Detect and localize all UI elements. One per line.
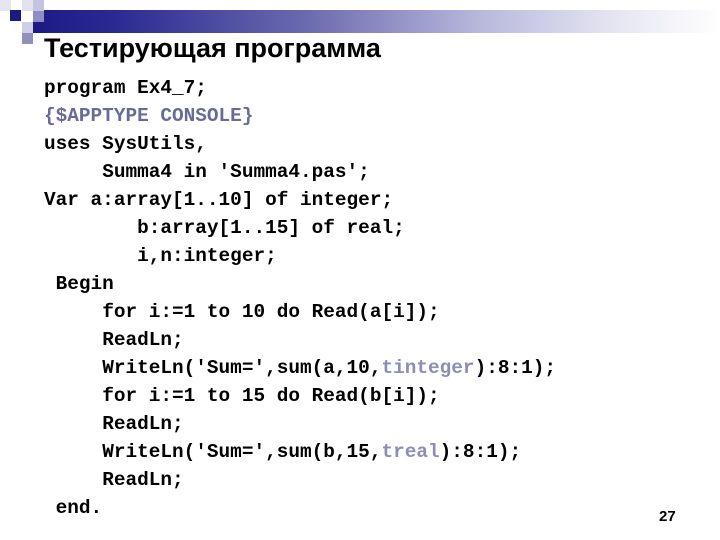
code-listing: program Ex4_7; {$APPTYPE CONSOLE} uses Sys… [44,74,556,522]
code-text: for i:=1 to 15 do Read(b[i]); [102,385,440,407]
code-line: for i:=1 to 10 do Read(a[i]); [44,298,556,326]
code-text: program Ex4_7; [44,77,207,99]
code-line: Summa4 in 'Summa4.pas'; [44,158,556,186]
code-line: program Ex4_7; [44,74,556,102]
code-text: WriteLn('Sum=',sum(a,10, [102,357,382,379]
code-text: i,n:integer; [137,245,277,267]
code-line: ReadLn; [44,326,556,354]
code-text: for i:=1 to 10 do Read(a[i]); [102,301,440,323]
code-text: ):8:1); [439,441,522,463]
code-line: for i:=1 to 15 do Read(b[i]); [44,382,556,410]
code-text: ReadLn; [102,413,184,435]
page-number: 27 [659,508,676,525]
code-line: end. [44,494,556,522]
code-text: WriteLn('Sum=',sum(b,15, [102,441,382,463]
code-line: Var a:array[1..10] of integer; [44,186,556,214]
code-text: ReadLn; [102,469,184,491]
code-text: Var a:array[1..10] of integer; [44,189,394,211]
deco-square [22,33,33,44]
code-line: WriteLn('Sum=',sum(a,10,tinteger):8:1); [44,354,556,382]
compiler-directive: {$APPTYPE CONSOLE} [44,105,254,127]
deco-square [33,0,44,11]
code-line: b:array[1..15] of real; [44,214,556,242]
deco-square [22,22,33,33]
code-text: end. [55,497,103,519]
deco-square [33,11,44,22]
code-text: Begin [55,273,114,295]
code-line: uses SysUtils, [44,130,556,158]
code-line: {$APPTYPE CONSOLE} [44,102,556,130]
code-text: ReadLn; [102,329,184,351]
type-parameter: tinteger [381,357,475,379]
slide-title: Тестирующая программа [44,33,381,63]
deco-square [33,22,44,33]
code-text: Summa4 in 'Summa4.pas'; [102,161,370,183]
code-line: ReadLn; [44,466,556,494]
type-parameter: treal [381,441,440,463]
code-text: uses SysUtils, [44,133,207,155]
deco-square [22,0,33,11]
code-line: Begin [44,270,556,298]
code-text: ):8:1); [474,357,557,379]
deco-square [10,10,21,21]
code-text: b:array[1..15] of real; [137,217,405,239]
code-line: WriteLn('Sum=',sum(b,15,treal):8:1); [44,438,556,466]
code-line: i,n:integer; [44,242,556,270]
title-gradient-bar [34,10,720,33]
code-line: ReadLn; [44,410,556,438]
